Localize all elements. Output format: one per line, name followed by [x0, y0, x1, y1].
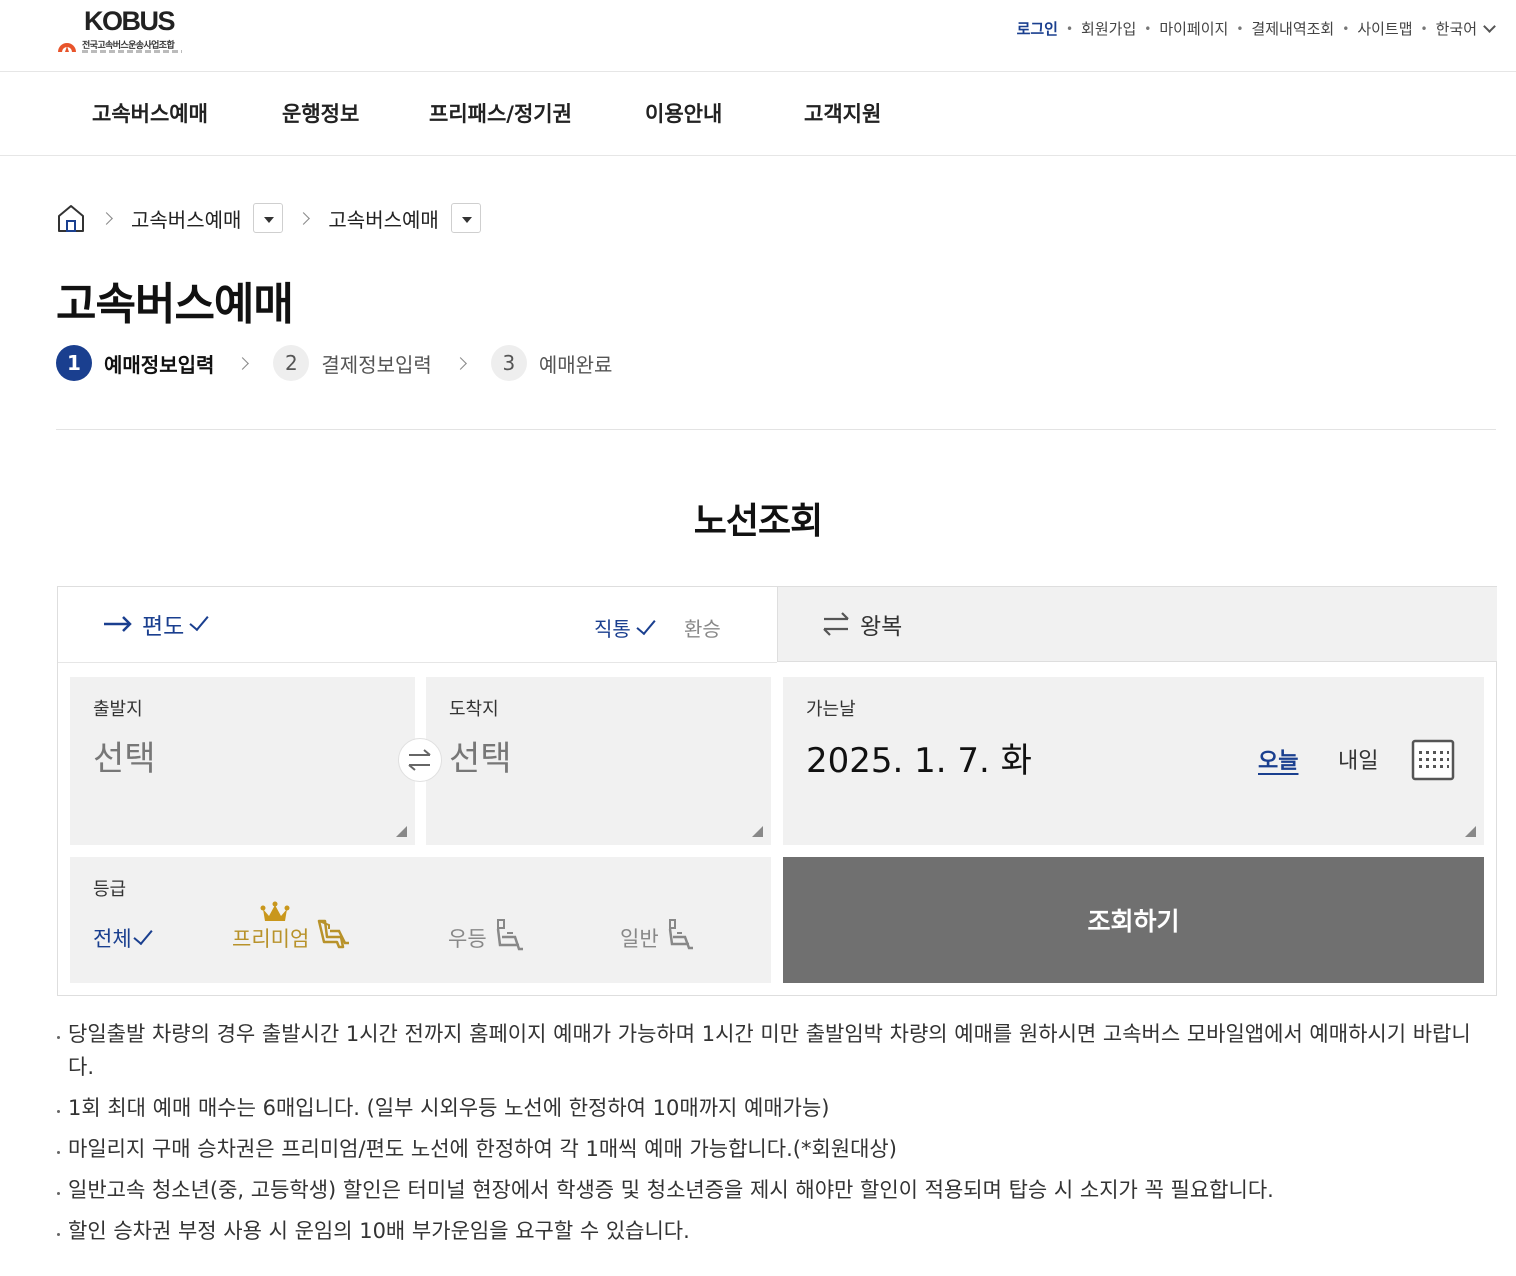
tab-divider [58, 662, 777, 663]
grade-premium-label: 프리미엄 [232, 927, 310, 951]
nav-item-support[interactable]: 고객지원 [804, 98, 881, 128]
chevron-right-icon [236, 356, 250, 370]
tomorrow-button[interactable]: 내일 [1338, 743, 1378, 775]
step-1-label: 예매정보입력 [104, 352, 215, 377]
booking-steps: 1 예매정보입력 2 결제정보입력 3 예매완료 [56, 345, 612, 381]
date-field[interactable]: 가는날 2025. 1. 7. 화 오늘 내일 [783, 677, 1484, 845]
notice-item: 마일리지 구매 승차권은 프리미엄/편도 노선에 한정하여 각 1매씩 예매 가… [56, 1133, 1496, 1166]
separator-dot: • [1342, 21, 1350, 36]
excellent-seat-icon [496, 919, 523, 951]
grade-normal-label: 일반 [620, 927, 659, 951]
oneway-label: 편도 [142, 614, 185, 640]
oneway-option[interactable]: 편도 [102, 607, 209, 641]
language-select[interactable]: 한국어 [1436, 18, 1477, 39]
breadcrumb-level2[interactable]: 고속버스예매 [328, 204, 438, 233]
breadcrumb: 고속버스예매 고속버스예매 [56, 200, 481, 236]
grade-option-normal[interactable]: 일반 [620, 919, 701, 953]
chevron-down-icon[interactable] [1483, 19, 1496, 33]
sitemap-link[interactable]: 사이트맵 [1357, 18, 1412, 39]
roundtrip-option[interactable]: 왕복 [820, 607, 902, 641]
tab-roundtrip[interactable]: 왕복 [777, 587, 1497, 662]
grade-option-all[interactable]: 전체 [93, 923, 153, 953]
nav-item-freepass[interactable]: 프리패스/정기권 [429, 98, 572, 128]
today-button[interactable]: 오늘 [1258, 743, 1298, 775]
grade-option-premium[interactable]: 프리미엄 [232, 919, 351, 953]
notice-item: 당일출발 차량의 경우 출발시간 1시간 전까지 홈페이지 예매가 가능하며 1… [56, 1018, 1496, 1084]
arrival-value[interactable]: 선택 [449, 731, 512, 780]
payment-history-link[interactable]: 결제내역조회 [1251, 18, 1334, 39]
page-title: 고속버스예매 [56, 279, 294, 330]
normal-seat-icon [668, 919, 693, 950]
grade-all-label: 전체 [93, 927, 132, 951]
corner-indicator-icon [752, 826, 763, 837]
logo-mark-icon [58, 43, 76, 52]
notice-item: 1회 최대 예매 매수는 6매입니다. (일부 시외우등 노선에 한정하여 10… [56, 1092, 1496, 1125]
nav-item-bus-booking[interactable]: 고속버스예매 [92, 98, 208, 128]
main-nav: 고속버스예매 운행정보 프리패스/정기권 이용안내 고객지원 [0, 72, 1516, 156]
premium-seat-icon [318, 919, 350, 949]
separator-dot: • [1236, 21, 1244, 36]
step-3-label: 예매완료 [538, 352, 613, 377]
breadcrumb-level1[interactable]: 고속버스예매 [131, 204, 241, 233]
login-link[interactable]: 로그인 [1017, 18, 1058, 39]
section-title: 노선조회 [693, 501, 823, 542]
check-icon [189, 610, 209, 632]
notice-item: 일반고속 청소년(중, 고등학생) 할인은 터미널 현장에서 학생증 및 청소년… [56, 1174, 1496, 1207]
chevron-right-icon [297, 211, 311, 225]
direct-label: 직통 [594, 617, 631, 641]
departure-value[interactable]: 선택 [93, 731, 156, 780]
notice-list: 당일출발 차량의 경우 출발시간 1시간 전까지 홈페이지 예매가 가능하며 1… [56, 1018, 1496, 1256]
nav-item-schedule[interactable]: 운행정보 [282, 98, 359, 128]
departure-field[interactable]: 출발지 선택 [70, 677, 415, 845]
signup-link[interactable]: 회원가입 [1081, 18, 1136, 39]
breadcrumb-level1-dropdown[interactable] [253, 203, 284, 233]
date-label: 가는날 [806, 699, 856, 720]
calendar-icon[interactable] [1411, 739, 1455, 781]
corner-indicator-icon [1465, 826, 1476, 837]
notice-item: 할인 승차권 부정 사용 시 운임의 10배 부가운임을 요구할 수 있습니다. [56, 1215, 1496, 1248]
arrival-field[interactable]: 도착지 선택 [426, 677, 771, 845]
divider [56, 429, 1496, 430]
top-header: KOBUS 전국고속버스운송사업조합 로그인 • 회원가입 • 마이페이지 • … [0, 0, 1516, 72]
separator-dot: • [1065, 21, 1074, 36]
separator-dot: • [1420, 21, 1428, 36]
route-search-panel: 편도 직통 환승 왕복 출발지 선택 도착지 선택 가는날 2025. 1. 7… [57, 586, 1497, 996]
tab-oneway[interactable]: 편도 직통 환승 [58, 587, 777, 662]
kobus-logo[interactable]: KOBUS 전국고속버스운송사업조합 [56, 4, 196, 60]
grade-field: 등급 전체 프리미엄 우등 일반 [70, 857, 771, 983]
logo-english-line [82, 50, 182, 53]
chevron-right-icon [100, 211, 113, 225]
step-2-number: 2 [273, 345, 310, 381]
transfer-option[interactable]: 환승 [684, 613, 721, 642]
separator-dot: • [1144, 21, 1152, 36]
grade-label: 등급 [93, 879, 127, 900]
mypage-link[interactable]: 마이페이지 [1159, 18, 1228, 39]
date-value[interactable]: 2025. 1. 7. 화 [806, 733, 1032, 782]
step-3-number: 3 [490, 345, 527, 381]
nav-item-guide[interactable]: 이용안내 [645, 98, 722, 128]
swap-stations-button[interactable] [398, 738, 442, 782]
step-2-label: 결제정보입력 [321, 352, 432, 377]
check-icon [636, 614, 656, 635]
arrow-right-icon [104, 616, 132, 632]
direct-option[interactable]: 직통 [594, 613, 656, 642]
home-icon[interactable] [56, 202, 86, 234]
swap-arrows-icon [408, 749, 431, 771]
search-button[interactable]: 조회하기 [783, 857, 1484, 983]
swap-arrows-icon [823, 612, 849, 636]
chevron-right-icon [453, 356, 467, 370]
departure-label: 출발지 [93, 699, 143, 720]
check-icon [133, 924, 153, 946]
corner-indicator-icon [396, 826, 407, 837]
utility-links: 로그인 • 회원가입 • 마이페이지 • 결제내역조회 • 사이트맵 • 한국어 [1017, 18, 1496, 39]
breadcrumb-level2-dropdown[interactable] [450, 203, 481, 233]
grade-option-excellent[interactable]: 우등 [448, 919, 529, 953]
grade-excellent-label: 우등 [448, 927, 487, 951]
arrival-label: 도착지 [449, 699, 499, 720]
roundtrip-label: 왕복 [860, 614, 903, 640]
logo-wordmark: KOBUS [84, 6, 176, 36]
crown-icon [260, 901, 290, 921]
step-1-number: 1 [56, 345, 92, 381]
